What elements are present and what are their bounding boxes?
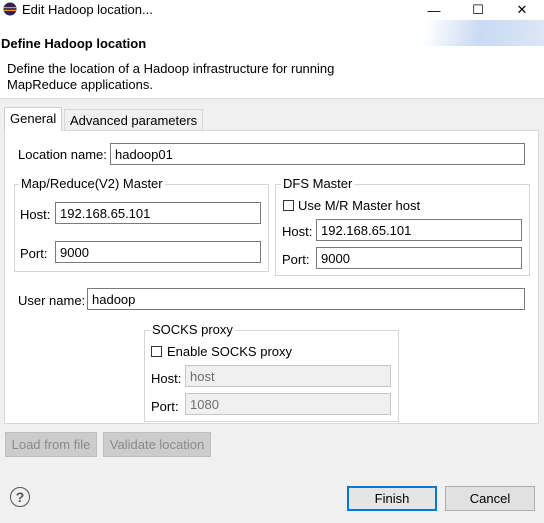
enable-socks-proxy-checkbox[interactable] [151,346,162,357]
mapreduce-port-input[interactable] [55,241,261,263]
description-line-1: Define the location of a Hadoop infrastr… [7,61,335,76]
location-name-label: Location name: [18,147,107,162]
socks-host-input [185,365,391,387]
dfs-host-label: Host: [282,224,313,239]
dfs-port-input[interactable] [316,247,522,269]
dfs-port-label: Port: [282,252,310,267]
tab-advanced-parameters[interactable]: Advanced parameters [64,109,204,131]
mapreduce-port-label: Port: [20,246,48,261]
user-name-label: User name: [18,293,86,308]
socks-proxy-title: SOCKS proxy [150,322,235,337]
page-title: Define Hadoop location [1,36,147,51]
location-name-input[interactable] [110,143,525,165]
load-from-file-button[interactable]: Load from file [5,432,97,457]
user-name-input[interactable] [87,288,525,310]
window-title: Edit Hadoop location... [22,2,153,17]
dfs-master-title: DFS Master [281,176,355,191]
close-button[interactable]: ✕ [499,0,544,20]
mapreduce-host-label: Host: [20,207,51,222]
banner-decoration [400,20,544,46]
maximize-button[interactable]: ☐ [455,0,501,20]
enable-socks-proxy-label[interactable]: Enable SOCKS proxy [167,344,292,359]
dfs-host-input[interactable] [316,219,522,241]
mapreduce-host-input[interactable] [55,202,261,224]
mapreduce-master-title: Map/Reduce(V2) Master [19,176,165,191]
socks-port-label: Port: [151,399,179,414]
help-icon[interactable]: ? [10,487,30,507]
use-mr-master-host-checkbox[interactable] [283,200,294,211]
minimize-button[interactable]: — [411,0,457,20]
cancel-button[interactable]: Cancel [445,486,535,511]
description-line-2: MapReduce applications. [7,77,153,92]
eclipse-app-icon [3,2,17,16]
use-mr-master-host-label[interactable]: Use M/R Master host [298,198,420,213]
validate-location-button[interactable]: Validate location [103,432,211,457]
socks-port-input [185,393,391,415]
finish-button[interactable]: Finish [347,486,437,511]
socks-host-label: Host: [151,371,182,386]
page-description: Define the location of a Hadoop infrastr… [7,61,367,93]
tab-general[interactable]: General [4,107,63,131]
